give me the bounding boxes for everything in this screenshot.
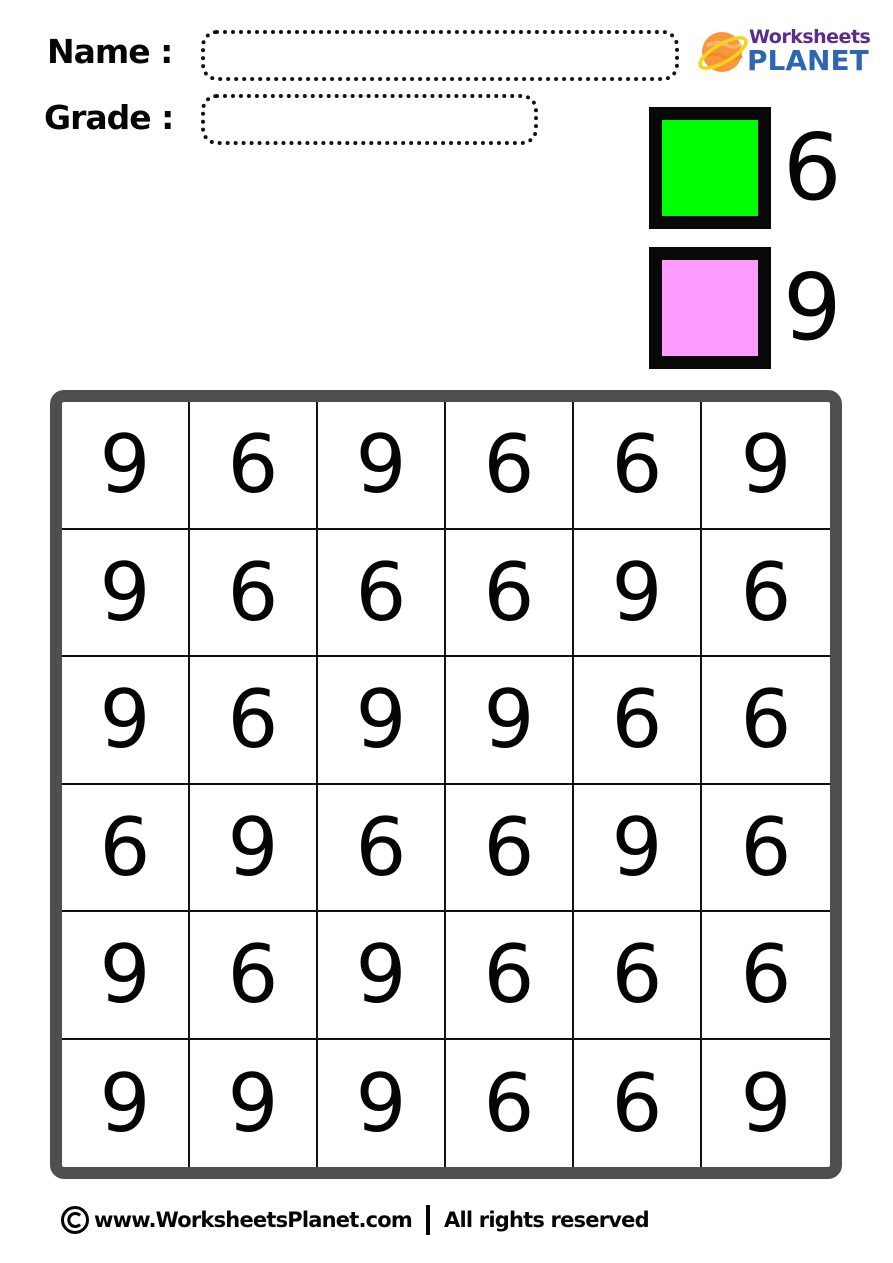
grid-cell[interactable]: 9 bbox=[318, 402, 446, 530]
grid-cell[interactable]: 9 bbox=[574, 784, 702, 912]
grid-cell[interactable]: 6 bbox=[702, 657, 830, 785]
grid-cell[interactable]: 6 bbox=[446, 912, 574, 1040]
grid-cell[interactable]: 9 bbox=[62, 657, 190, 785]
grade-field[interactable] bbox=[201, 94, 538, 145]
footer-site-link[interactable]: www.WorksheetsPlanet.com bbox=[94, 1208, 413, 1232]
grid-cell[interactable]: 9 bbox=[318, 1039, 446, 1167]
grid-cell[interactable]: 9 bbox=[62, 529, 190, 657]
grid-cell[interactable]: 6 bbox=[574, 1039, 702, 1167]
grid-cell[interactable]: 6 bbox=[702, 912, 830, 1040]
planet-icon bbox=[698, 32, 748, 72]
worksheets-planet-logo: Worksheets PLANET bbox=[697, 24, 877, 80]
grid-cell[interactable]: 9 bbox=[318, 912, 446, 1040]
grid-cell[interactable]: 6 bbox=[190, 529, 318, 657]
grade-label: Grade : bbox=[44, 98, 174, 137]
grid-cell[interactable]: 9 bbox=[62, 912, 190, 1040]
grid-cell[interactable]: 6 bbox=[318, 784, 446, 912]
coloring-grid-frame: 969669966696969966696696969666999669 bbox=[50, 390, 842, 1179]
grid-cell[interactable]: 9 bbox=[702, 402, 830, 530]
grid-cell[interactable]: 6 bbox=[446, 1039, 574, 1167]
coloring-grid: 969669966696969966696696969666999669 bbox=[62, 402, 830, 1167]
grid-cell[interactable]: 9 bbox=[702, 1040, 830, 1168]
legend-swatch-green bbox=[649, 107, 771, 229]
grid-cell[interactable]: 6 bbox=[190, 657, 318, 785]
grid-cell[interactable]: 9 bbox=[574, 529, 702, 657]
legend-digit-6: 6 bbox=[783, 114, 842, 221]
grid-cell[interactable]: 6 bbox=[702, 530, 830, 657]
grid-cell[interactable]: 6 bbox=[702, 785, 830, 912]
grid-cell[interactable]: 6 bbox=[446, 402, 574, 530]
legend-digit-9: 9 bbox=[783, 254, 842, 361]
footer-separator bbox=[426, 1205, 430, 1235]
grid-cell[interactable]: 6 bbox=[574, 402, 702, 530]
grid-cell[interactable]: 6 bbox=[190, 402, 318, 530]
name-label: Name : bbox=[47, 32, 173, 71]
footer: www.WorksheetsPlanet.com All rights rese… bbox=[60, 1202, 650, 1238]
grid-cell[interactable]: 6 bbox=[574, 657, 702, 785]
name-field[interactable] bbox=[201, 30, 679, 81]
grid-cell[interactable]: 6 bbox=[318, 529, 446, 657]
grid-cell[interactable]: 9 bbox=[190, 1039, 318, 1167]
copyright-icon bbox=[61, 1206, 89, 1234]
grid-cell[interactable]: 6 bbox=[574, 912, 702, 1040]
legend-swatch-pink bbox=[649, 247, 771, 369]
grid-cell[interactable]: 9 bbox=[318, 657, 446, 785]
grid-cell[interactable]: 6 bbox=[446, 529, 574, 657]
grid-cell[interactable]: 6 bbox=[446, 784, 574, 912]
grid-cell[interactable]: 6 bbox=[62, 784, 190, 912]
footer-rights-text: All rights reserved bbox=[444, 1208, 650, 1232]
grid-cell[interactable]: 9 bbox=[190, 784, 318, 912]
grid-cell[interactable]: 9 bbox=[62, 1039, 190, 1167]
grid-cell[interactable]: 9 bbox=[446, 657, 574, 785]
logo-word-planet: PLANET bbox=[747, 44, 869, 77]
grid-cell[interactable]: 6 bbox=[190, 912, 318, 1040]
grid-cell[interactable]: 9 bbox=[62, 402, 190, 530]
